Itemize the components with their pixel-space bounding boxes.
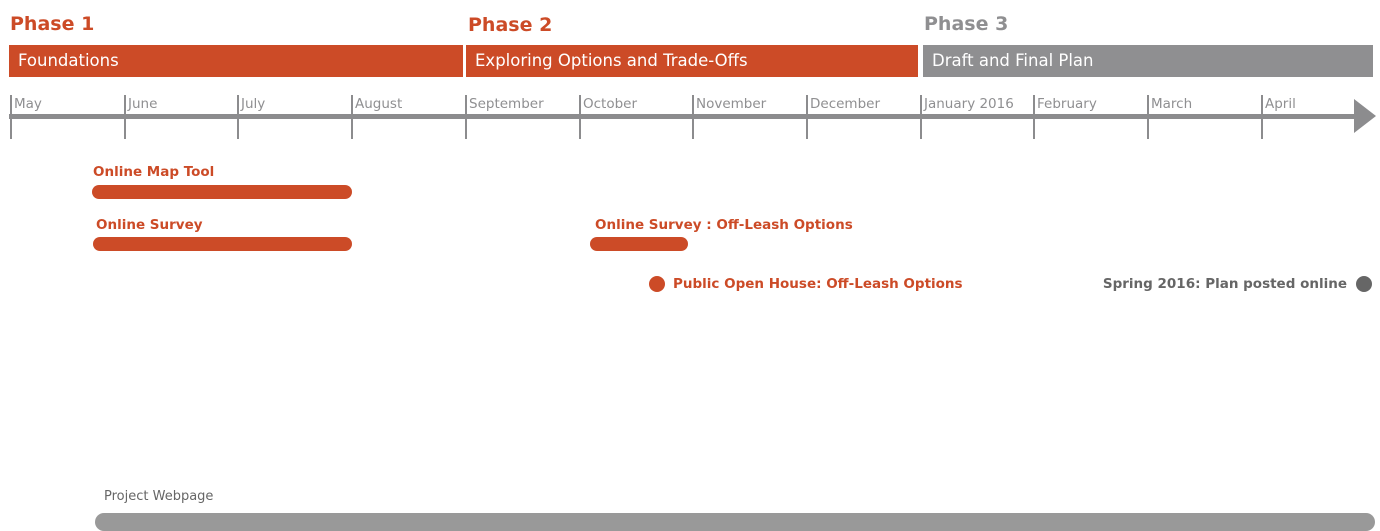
month-tick <box>1147 95 1149 115</box>
month-label: August <box>355 96 403 112</box>
month-label: January 2016 <box>924 96 1014 112</box>
phase-2-title: Phase 2 <box>468 14 553 36</box>
open-house-dot-icon <box>649 276 665 292</box>
month-tick-lower <box>1147 117 1149 139</box>
off-leash-survey-label: Online Survey : Off-Leash Options <box>595 217 853 233</box>
month-label: September <box>469 96 544 112</box>
month-tick-lower <box>10 117 12 139</box>
month-tick-lower <box>1033 117 1035 139</box>
month-label: March <box>1151 96 1193 112</box>
project-webpage-bar <box>95 513 1375 531</box>
month-label: October <box>583 96 638 112</box>
month-tick <box>465 95 467 115</box>
open-house-label: Public Open House: Off-Leash Options <box>673 276 963 292</box>
month-label: July <box>241 96 266 112</box>
online-map-tool-bar <box>92 185 352 199</box>
month-tick <box>237 95 239 115</box>
month-tick-lower <box>806 117 808 139</box>
month-tick <box>920 95 922 115</box>
axis-line <box>9 114 1361 119</box>
plan-posted-dot-icon <box>1356 276 1372 292</box>
month-label: May <box>14 96 42 112</box>
off-leash-survey-bar <box>590 237 688 251</box>
month-tick-lower <box>465 117 467 139</box>
month-tick-lower <box>124 117 126 139</box>
online-survey-label: Online Survey <box>96 217 203 233</box>
phase-3-bar: Draft and Final Plan <box>923 45 1373 77</box>
online-survey-bar <box>93 237 352 251</box>
phase-1-title: Phase 1 <box>10 13 95 35</box>
month-tick-lower <box>692 117 694 139</box>
project-webpage-label: Project Webpage <box>104 489 214 504</box>
phase-3-title: Phase 3 <box>924 13 1009 35</box>
month-tick <box>579 95 581 115</box>
month-tick <box>1033 95 1035 115</box>
month-tick-lower <box>237 117 239 139</box>
month-label: December <box>810 96 881 112</box>
month-tick-lower <box>920 117 922 139</box>
month-tick <box>806 95 808 115</box>
phase-1-bar: Foundations <box>9 45 463 77</box>
month-label: November <box>696 96 767 112</box>
month-tick-lower <box>579 117 581 139</box>
online-map-tool-label: Online Map Tool <box>93 164 215 180</box>
month-label: February <box>1037 96 1097 112</box>
month-tick <box>10 95 12 115</box>
month-tick <box>351 95 353 115</box>
axis-arrow-icon <box>1354 99 1376 133</box>
month-label: June <box>128 96 158 112</box>
plan-posted-label: Spring 2016: Plan posted online <box>1102 276 1347 292</box>
phase-2-bar: Exploring Options and Trade-Offs <box>466 45 918 77</box>
month-tick <box>692 95 694 115</box>
month-tick <box>124 95 126 115</box>
month-tick-lower <box>351 117 353 139</box>
month-label: April <box>1265 96 1296 112</box>
month-tick-lower <box>1261 117 1263 139</box>
month-tick <box>1261 95 1263 115</box>
